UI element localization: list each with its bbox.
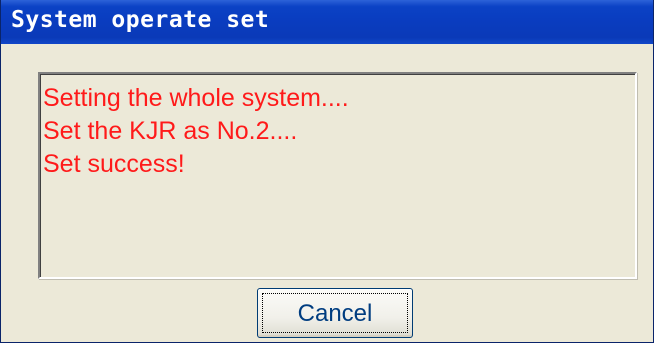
window-title: System operate set [11, 7, 270, 33]
system-operate-dialog: System operate set Setting the whole sys… [0, 0, 654, 343]
status-message-panel: Setting the whole system.... Set the KJR… [38, 72, 637, 279]
cancel-button-label: Cancel [297, 300, 373, 327]
title-bar[interactable]: System operate set [1, 0, 653, 44]
cancel-button[interactable]: Cancel [257, 288, 413, 338]
message-line-3: Set success! [43, 150, 185, 178]
message-list: Setting the whole system.... Set the KJR… [43, 82, 349, 181]
message-line-2: Set the KJR as No.2.... [43, 117, 298, 145]
message-line-1: Setting the whole system.... [43, 84, 349, 112]
